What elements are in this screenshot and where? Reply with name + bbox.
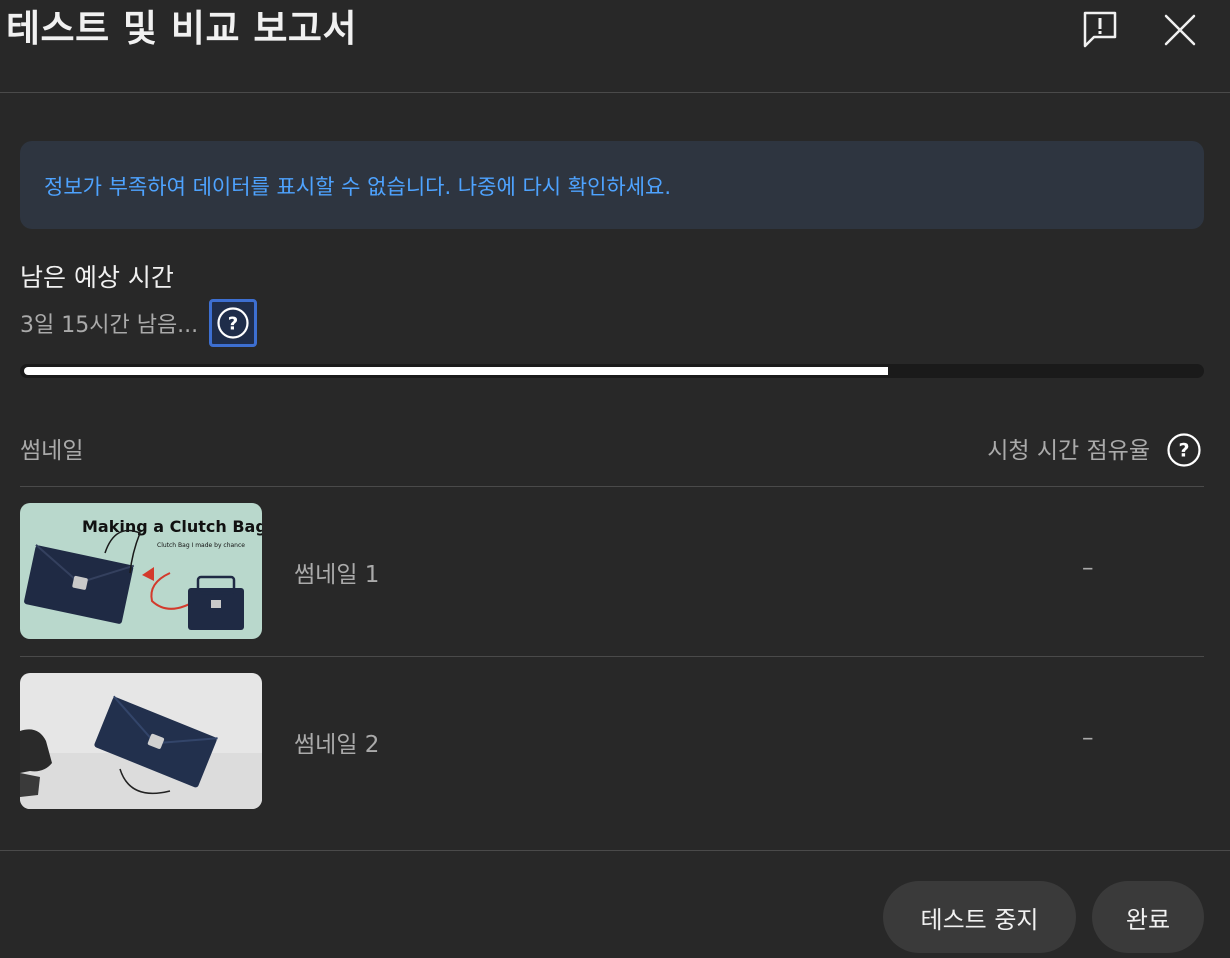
table-row: Making a Clutch Bag Clutch Bag I made by… (20, 503, 1204, 639)
column-header-thumbnail: 썸네일 (20, 438, 84, 464)
eta-heading: 남은 예상 시간 (20, 263, 174, 292)
feedback-exclamation-icon (1083, 11, 1117, 48)
eta-help-button[interactable]: ? (209, 299, 257, 347)
eta-value: 3일 15시간 남음... (20, 313, 199, 338)
thumbnail-label: 썸네일 2 (294, 732, 380, 758)
close-button[interactable] (1156, 6, 1204, 54)
close-icon (1164, 14, 1196, 46)
thumbnail-image-1: Making a Clutch Bag Clutch Bag I made by… (20, 503, 262, 639)
thumb-title-text: Making a Clutch Bag (82, 517, 262, 536)
table-header-divider (20, 486, 1204, 487)
dialog-title: 테스트 및 비교 보고서 (6, 7, 358, 50)
watch-share-value: – (1082, 555, 1094, 581)
stop-test-button[interactable]: 테스트 중지 (883, 881, 1076, 953)
svg-text:?: ? (228, 314, 238, 335)
table-row: 썸네일 2 – (20, 673, 1204, 809)
thumbnail-label: 썸네일 1 (294, 562, 380, 588)
column-header-watch-share: 시청 시간 점유율 (987, 438, 1150, 464)
thumbnail-image-2 (20, 673, 262, 809)
watch-share-value: – (1082, 725, 1094, 751)
help-icon: ? (1167, 433, 1201, 467)
watch-share-help-button[interactable]: ? (1164, 430, 1204, 470)
help-icon: ? (217, 307, 249, 339)
thumb-subtitle-text: Clutch Bag I made by chance (157, 542, 245, 549)
info-banner-message: 정보가 부족하여 데이터를 표시할 수 없습니다. 나중에 다시 확인하세요. (44, 175, 672, 199)
info-banner: 정보가 부족하여 데이터를 표시할 수 없습니다. 나중에 다시 확인하세요. (20, 141, 1204, 229)
feedback-button[interactable] (1076, 6, 1124, 54)
footer-divider (0, 850, 1230, 851)
eta-progress-fill (24, 367, 888, 375)
row-divider (20, 656, 1204, 657)
eta-progress-bar (20, 364, 1204, 378)
done-button[interactable]: 완료 (1092, 881, 1204, 953)
dialog-header: 테스트 및 비교 보고서 (0, 0, 1230, 93)
svg-text:?: ? (1178, 440, 1189, 462)
